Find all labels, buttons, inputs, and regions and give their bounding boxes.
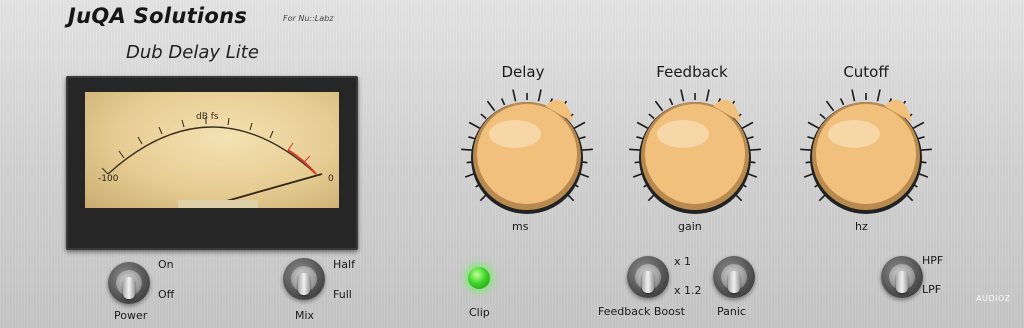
vu-max-label: 0 — [328, 174, 334, 184]
vu-meter: dB fs -100 0 — [66, 76, 358, 250]
power-label: Power — [114, 309, 148, 322]
watermark: AUDIOZ — [976, 294, 1011, 303]
power-switch[interactable] — [108, 262, 150, 304]
cutoff-knob[interactable] — [791, 84, 941, 222]
power-on-label: On — [158, 258, 174, 271]
vu-unit-label: dB fs — [196, 112, 219, 122]
feedback-boost-label: Feedback Boost — [598, 305, 685, 318]
feedback-unit-label: gain — [678, 220, 702, 233]
mix-full-label: Full — [333, 288, 352, 301]
vu-meter-scale — [101, 117, 323, 208]
product-name: Dub Delay Lite — [126, 42, 259, 63]
brand-subtitle: For Nu::Labz — [283, 14, 334, 23]
panic-switch-lever — [728, 271, 740, 293]
feedback-boost-switch-lever — [642, 271, 654, 293]
vu-min-label: -100 — [98, 174, 119, 184]
filter-switch[interactable] — [881, 256, 923, 298]
feedback-boost-x1-label: x 1 — [674, 255, 692, 268]
mix-half-label: Half — [333, 258, 355, 271]
clip-label: Clip — [469, 306, 490, 319]
filter-hpf-label: HPF — [922, 254, 944, 267]
mix-label: Mix — [295, 309, 315, 322]
clip-led — [468, 267, 490, 289]
mix-switch[interactable] — [283, 258, 325, 300]
mix-switch-lever — [298, 273, 310, 295]
panic-label: Panic — [717, 305, 746, 318]
panic-switch[interactable] — [713, 256, 755, 298]
feedback-boost-switch[interactable] — [627, 256, 669, 298]
filter-switch-lever — [896, 271, 908, 293]
feedback-title: Feedback — [656, 63, 728, 81]
feedback-knob[interactable] — [620, 84, 770, 222]
feedback-boost-x12-label: x 1.2 — [674, 284, 702, 297]
filter-lpf-label: LPF — [922, 283, 942, 296]
delay-unit-label: ms — [512, 220, 529, 233]
cutoff-unit-label: hz — [855, 220, 868, 233]
delay-title: Delay — [501, 63, 545, 81]
power-switch-lever — [123, 277, 135, 299]
power-off-label: Off — [158, 288, 175, 301]
cutoff-title: Cutoff — [843, 63, 889, 81]
plugin-panel: JuQA Solutions For Nu::Labz Dub Delay Li… — [0, 0, 1024, 328]
delay-knob[interactable] — [452, 84, 602, 222]
brand-name: JuQA Solutions — [68, 4, 248, 28]
